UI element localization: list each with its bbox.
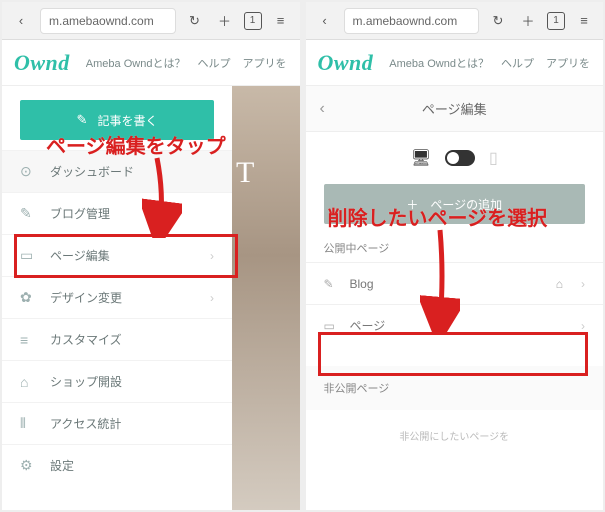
add-page-button[interactable]: ＋ ページの追加 <box>324 184 586 224</box>
sidebar-item-settings[interactable]: ⚙ 設定 <box>2 444 232 486</box>
design-icon: ✿ <box>20 289 36 306</box>
customize-icon: ≡ <box>20 332 36 348</box>
header-link[interactable]: ヘルプ <box>501 55 534 71</box>
dashboard-icon: ⊙ <box>20 163 36 180</box>
new-tab-icon[interactable]: ＋ <box>214 10 236 32</box>
sidebar-item-dashboard[interactable]: ⊙ ダッシュボード <box>2 150 232 192</box>
header-link[interactable]: Ameba Owndとは？ <box>389 55 489 71</box>
browser-back-icon[interactable]: ‹ <box>10 10 32 32</box>
logo[interactable]: Ownd <box>318 50 374 76</box>
sidebar-item-label: ページ編集 <box>50 247 110 264</box>
site-header: Ownd Ameba Owndとは？ ヘルプ アプリを <box>306 40 604 86</box>
site-header: Ownd Ameba Owndとは？ ヘルプ アプリを <box>2 40 300 86</box>
sidebar-item-shop[interactable]: ⌂ ショップ開設 <box>2 360 232 402</box>
page-row-label: Blog <box>350 277 374 291</box>
page-row-blog[interactable]: ✎ Blog ⌂ › <box>306 262 604 304</box>
page-icon: ▭ <box>324 319 338 333</box>
phone-left: ‹ m.amebaownd.com ↻ ＋ 1 ≡ Ownd Ameba Own… <box>2 2 300 510</box>
sidebar-item-label: デザイン変更 <box>50 289 122 306</box>
sidebar-item-label: ショップ開設 <box>50 373 122 390</box>
desktop-icon[interactable]: 🖥 <box>411 148 431 168</box>
tab-count-badge[interactable]: 1 <box>244 12 262 30</box>
reload-icon[interactable]: ↻ <box>487 10 509 32</box>
page-row-label: ページ <box>350 317 386 334</box>
write-label: 記事を書く <box>97 112 157 129</box>
header-link[interactable]: アプリを <box>546 55 590 71</box>
stats-icon: ⫴ <box>20 415 36 432</box>
preview-sliver <box>232 86 300 510</box>
new-tab-icon[interactable]: ＋ <box>517 10 539 32</box>
chevron-right-icon: › <box>581 277 585 291</box>
right-body: ‹ ページ編集 🖥 ▯ ＋ ページの追加 公開中ページ ✎ Blog ⌂ › ▭… <box>306 86 604 510</box>
browser-back-icon[interactable]: ‹ <box>314 10 336 32</box>
header-link[interactable]: ヘルプ <box>197 55 230 71</box>
mobile-icon[interactable]: ▯ <box>489 148 498 168</box>
page-row-page[interactable]: ▭ ページ › <box>306 304 604 346</box>
sidebar-item-label: 設定 <box>50 457 74 474</box>
page-titlebar: ‹ ページ編集 <box>306 86 604 132</box>
sidebar-item-label: ブログ管理 <box>50 205 110 222</box>
edit-icon: ✎ <box>324 277 338 291</box>
sidebar-item-label: カスタマイズ <box>50 331 122 348</box>
header-links: Ameba Owndとは？ ヘルプ アプリを <box>86 55 287 71</box>
shop-icon: ⌂ <box>20 374 36 390</box>
back-chevron-icon[interactable]: ‹ <box>320 100 325 118</box>
blog-icon: ✎ <box>20 205 36 222</box>
url-text: m.amebaownd.com <box>49 14 154 28</box>
browser-chrome: ‹ m.amebaownd.com ↻ ＋ 1 ≡ <box>2 2 300 40</box>
device-switch[interactable] <box>445 150 475 166</box>
gear-icon: ⚙ <box>20 457 36 474</box>
phone-right: ‹ m.amebaownd.com ↻ ＋ 1 ≡ Ownd Ameba Own… <box>306 2 604 510</box>
page-title: ページ編集 <box>422 99 487 118</box>
url-text: m.amebaownd.com <box>353 14 458 28</box>
sidebar: ✎ 記事を書く ⊙ ダッシュボード ✎ ブログ管理 ▭ ページ編集 › ✿ デザ… <box>2 86 232 510</box>
private-note: 非公開にしたいページを <box>306 410 604 445</box>
public-pages-label: 公開中ページ <box>306 240 604 256</box>
sidebar-item-label: ダッシュボード <box>50 163 134 180</box>
sidebar-item-label: アクセス統計 <box>50 415 121 432</box>
sidebar-item-page-edit[interactable]: ▭ ページ編集 › <box>2 234 232 276</box>
plus-icon: ＋ <box>406 196 418 213</box>
chevron-right-icon: › <box>210 249 214 263</box>
private-pages-label: 非公開ページ <box>306 366 604 410</box>
header-links: Ameba Owndとは？ ヘルプ アプリを <box>389 55 590 71</box>
browser-chrome: ‹ m.amebaownd.com ↻ ＋ 1 ≡ <box>306 2 604 40</box>
write-post-button[interactable]: ✎ 記事を書く <box>20 100 214 140</box>
device-toggle: 🖥 ▯ <box>306 132 604 184</box>
menu-icon[interactable]: ≡ <box>270 10 292 32</box>
sidebar-item-design[interactable]: ✿ デザイン変更 › <box>2 276 232 318</box>
chevron-right-icon: › <box>210 291 214 305</box>
sidebar-item-blog[interactable]: ✎ ブログ管理 <box>2 192 232 234</box>
page-icon: ▭ <box>20 247 36 264</box>
pencil-icon: ✎ <box>77 112 88 128</box>
sidebar-item-stats[interactable]: ⫴ アクセス統計 <box>2 402 232 444</box>
tab-count-badge[interactable]: 1 <box>547 12 565 30</box>
add-page-label: ページの追加 <box>430 196 502 213</box>
reload-icon[interactable]: ↻ <box>184 10 206 32</box>
logo[interactable]: Ownd <box>14 50 70 76</box>
address-bar[interactable]: m.amebaownd.com <box>40 8 176 34</box>
address-bar[interactable]: m.amebaownd.com <box>344 8 480 34</box>
header-link[interactable]: Ameba Owndとは？ <box>86 55 186 71</box>
chevron-right-icon: › <box>581 319 585 333</box>
sidebar-item-customize[interactable]: ≡ カスタマイズ <box>2 318 232 360</box>
left-body: ✎ 記事を書く ⊙ ダッシュボード ✎ ブログ管理 ▭ ページ編集 › ✿ デザ… <box>2 86 300 510</box>
header-link[interactable]: アプリを <box>242 55 286 71</box>
home-icon: ⌂ <box>556 277 563 291</box>
menu-icon[interactable]: ≡ <box>573 10 595 32</box>
